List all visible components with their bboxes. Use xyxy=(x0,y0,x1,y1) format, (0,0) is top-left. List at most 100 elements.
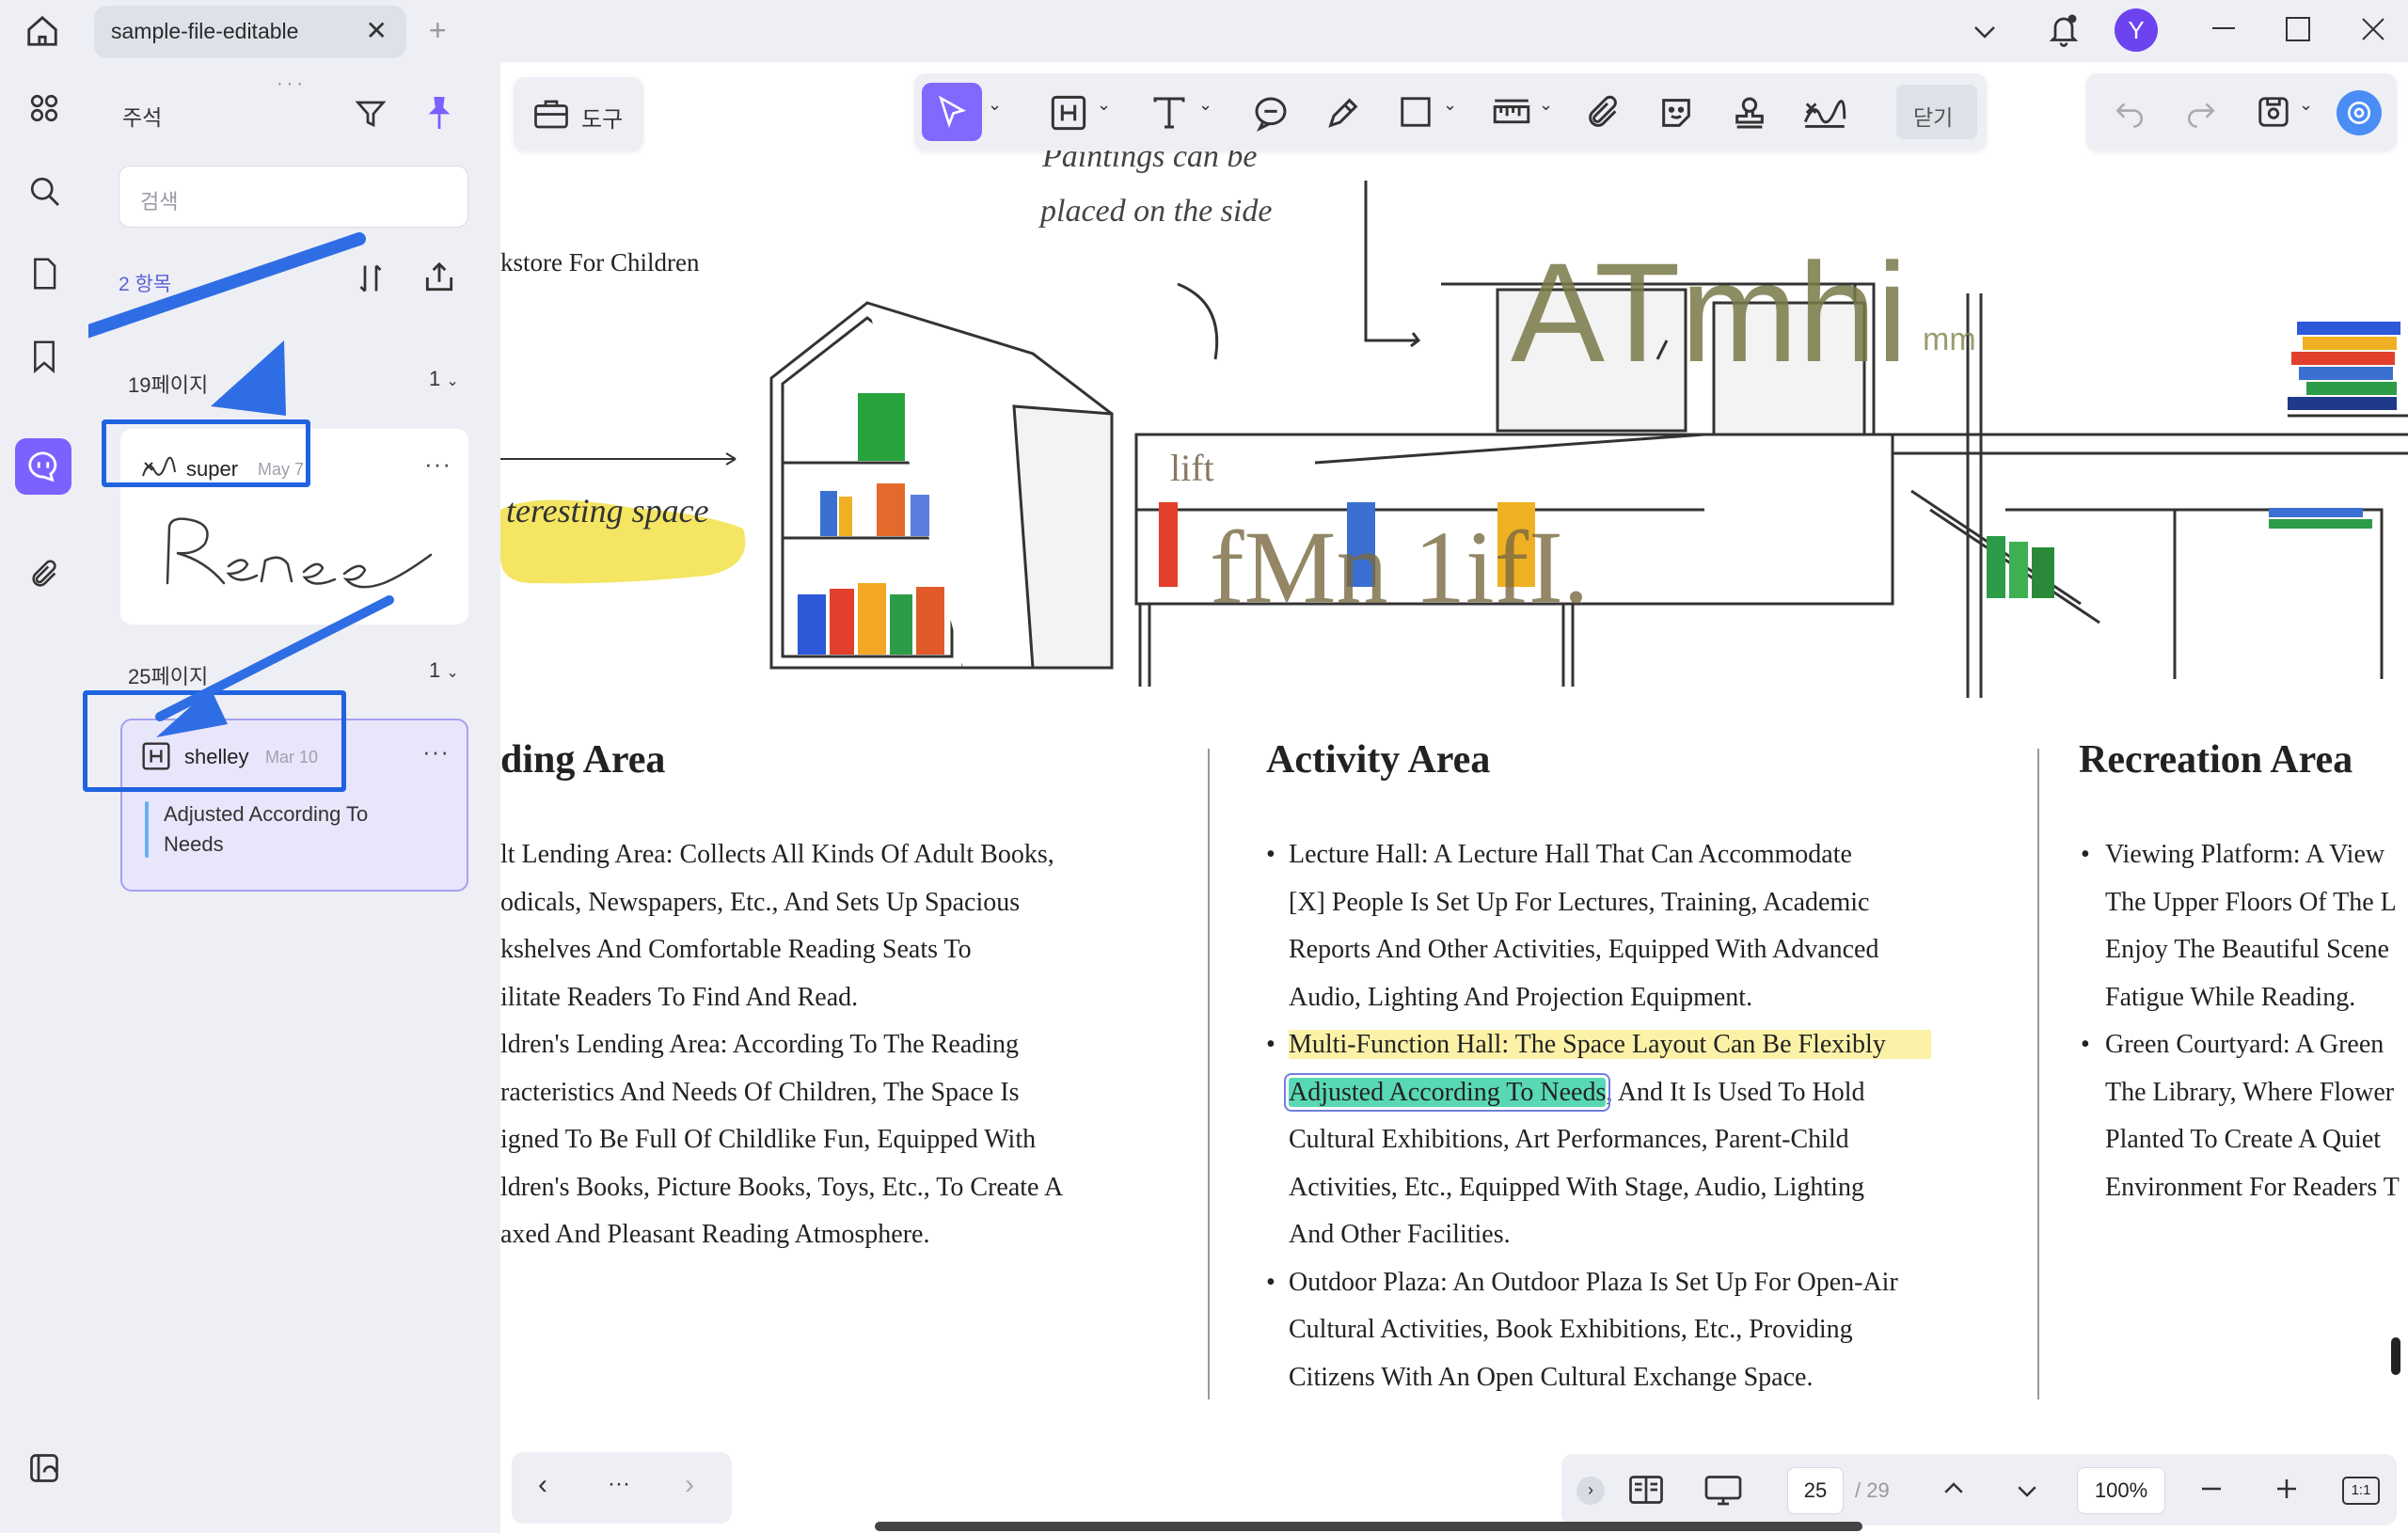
text-line: Viewing Platform: A View xyxy=(2105,840,2385,869)
column3-text: • Viewing Platform: A View The Upper Flo… xyxy=(2081,831,2400,1211)
notification-bell-icon[interactable] xyxy=(2047,11,2081,55)
text-line: ldren's Books, Picture Books, Toys, Etc.… xyxy=(500,1172,1064,1202)
close-tab-icon[interactable]: ✕ xyxy=(366,15,388,46)
selected-green-highlight[interactable]: Adjusted According To Needs xyxy=(1283,1072,1611,1112)
zoom-in-icon[interactable] xyxy=(2273,1475,2301,1508)
measure-tool-chevron-icon[interactable]: ⌄ xyxy=(1539,96,1553,113)
text-line: racteristics And Needs Of Children, The … xyxy=(500,1077,1020,1107)
yellow-highlight[interactable]: Multi-Function Hall: The Space Layout Ca… xyxy=(1289,1030,1931,1059)
text-line: odicals, Newspapers, Etc., And Sets Up S… xyxy=(500,887,1021,917)
page-down-icon[interactable] xyxy=(2013,1477,2041,1509)
text-line: axed And Pleasant Reading Atmosphere. xyxy=(500,1220,930,1249)
expand-chevron-icon[interactable]: › xyxy=(1576,1477,1605,1505)
total-pages: / 29 xyxy=(1855,1478,1890,1502)
maximize-icon[interactable] xyxy=(2284,15,2312,49)
left-rail xyxy=(0,62,88,1533)
previous-icon[interactable]: ‹ xyxy=(538,1469,547,1501)
text-line: Fatigue While Reading. xyxy=(2105,982,2356,1012)
illustration-label-interesting: teresting space xyxy=(506,492,709,529)
highlight-tool-icon[interactable] xyxy=(1050,94,1087,136)
column-divider-1 xyxy=(1208,749,1210,1399)
bullet-viewing-platform: • Viewing Platform: A View The Upper Flo… xyxy=(2081,831,2400,1021)
text-line: Environment For Readers T xyxy=(2105,1172,2400,1202)
apps-grid-icon[interactable] xyxy=(17,81,71,135)
page-nav-bar: ‹ ··· › xyxy=(512,1452,732,1524)
column1-heading: ding Area xyxy=(500,738,666,782)
save-icon[interactable] xyxy=(2256,94,2291,134)
attachment-icon[interactable] xyxy=(17,547,71,602)
comment-tool-icon[interactable] xyxy=(1251,94,1291,136)
new-tab-icon[interactable]: + xyxy=(429,15,447,45)
shape-tool-chevron-icon[interactable]: ⌄ xyxy=(1443,96,1457,113)
actual-size-button[interactable]: 1:1 xyxy=(2342,1477,2380,1505)
close-toolbar-button[interactable]: 닫기 xyxy=(1896,85,1977,139)
text-line: The Library, Where Flower xyxy=(2105,1077,2395,1107)
text-line: Reports And Other Activities, Equipped W… xyxy=(1289,935,1879,964)
bullet-dot: • xyxy=(1266,1267,1275,1297)
more-nav-options[interactable]: ··· xyxy=(608,1471,630,1497)
bookmark-icon[interactable] xyxy=(17,329,71,384)
highlight-tool-chevron-icon[interactable]: ⌄ xyxy=(1097,96,1111,113)
comments-icon[interactable] xyxy=(15,438,71,495)
text-fragment: , And It Is Used To Hold xyxy=(1606,1077,1865,1107)
undo-icon[interactable] xyxy=(2113,96,2147,133)
theme-icon[interactable] xyxy=(17,1441,71,1495)
close-window-icon[interactable] xyxy=(2359,15,2387,49)
text-tool-icon[interactable] xyxy=(1149,94,1189,136)
text-line: And Other Facilities. xyxy=(1289,1220,1511,1249)
save-chevron-icon[interactable]: ⌄ xyxy=(2299,96,2313,113)
search-icon[interactable] xyxy=(17,164,71,218)
ai-assistant-icon[interactable] xyxy=(2337,90,2382,135)
text-line: [X] People Is Set Up For Lectures, Train… xyxy=(1289,887,1870,917)
text-line: kshelves And Comfortable Reading Seats T… xyxy=(500,935,972,964)
user-avatar[interactable]: Y xyxy=(2115,8,2158,52)
next-icon[interactable]: › xyxy=(685,1469,694,1501)
select-tool-button[interactable] xyxy=(922,83,982,141)
zoom-out-icon[interactable] xyxy=(2197,1475,2226,1508)
pages-icon[interactable] xyxy=(17,246,71,301)
tools-label: 도구 xyxy=(581,107,624,133)
presentation-icon[interactable] xyxy=(1703,1473,1744,1511)
bullet-dot: • xyxy=(2081,840,2090,869)
tab-title: sample-file-editable xyxy=(111,19,299,43)
bullet-multi-function-hall: • Multi-Function Hall: The Space Layout … xyxy=(1266,1021,1931,1259)
text-line: Cultural Activities, Book Exhibitions, E… xyxy=(1289,1315,1853,1344)
chevron-down-icon[interactable] xyxy=(1972,19,1998,47)
stamp-tool-icon[interactable] xyxy=(1731,94,1768,136)
attach-tool-icon[interactable] xyxy=(1584,94,1622,136)
text-line: igned To Be Full Of Childlike Fun, Equip… xyxy=(500,1125,1037,1154)
column2-text: • Lecture Hall: A Lecture Hall That Can … xyxy=(1266,831,1931,1401)
redo-icon[interactable] xyxy=(2184,96,2218,133)
illustration-label-bookstore: kstore For Children xyxy=(500,248,700,277)
vertical-scrollbar-thumb[interactable] xyxy=(2391,1337,2400,1375)
callout-arrows xyxy=(88,232,394,737)
bullet-dot: • xyxy=(1266,840,1275,869)
actual-size-label: 1:1 xyxy=(2351,1482,2371,1498)
page-number-input[interactable]: 25 xyxy=(1787,1467,1844,1514)
page-up-icon[interactable] xyxy=(1940,1475,1968,1508)
tools-button[interactable]: 도구 xyxy=(514,77,643,150)
text-tool-chevron-icon[interactable]: ⌄ xyxy=(1198,96,1212,113)
minimize-icon[interactable] xyxy=(2209,13,2239,49)
illustration-label-paintings-2: placed on the side xyxy=(1040,194,1273,229)
zoom-level[interactable]: 100% xyxy=(2077,1467,2165,1514)
page-layout-icon[interactable] xyxy=(1627,1473,1665,1511)
bullet-dot: • xyxy=(2081,1030,2090,1059)
pencil-tool-icon[interactable] xyxy=(1324,94,1362,136)
text-line: ilitate Readers To Find And Read. xyxy=(500,982,859,1012)
home-icon[interactable] xyxy=(24,13,60,55)
text-line: Enjoy The Beautiful Scene xyxy=(2105,935,2389,964)
bullet-lecture-hall: • Lecture Hall: A Lecture Hall That Can … xyxy=(1266,831,1931,1021)
measure-tool-icon[interactable] xyxy=(1492,94,1531,136)
horizontal-scrollbar-thumb[interactable] xyxy=(875,1522,1862,1531)
text-line: Audio, Lighting And Projection Equipment… xyxy=(1289,982,1753,1012)
sticker-tool-icon[interactable] xyxy=(1657,94,1695,136)
document-tab[interactable]: sample-file-editable ✕ xyxy=(94,6,406,58)
signature-tool-icon[interactable] xyxy=(1802,94,1847,136)
annotation-panel: ··· 주석 검색 2 항목 19페이지 1 ⌄ super May 7 ··· xyxy=(83,62,500,1533)
overlay-text-large: ATmhi xyxy=(1511,233,1909,391)
column2-heading: Activity Area xyxy=(1266,738,1491,782)
shape-tool-icon[interactable] xyxy=(1398,94,1434,134)
select-tool-chevron-icon[interactable]: ⌄ xyxy=(988,96,1002,113)
bullet-outdoor-plaza: • Outdoor Plaza: An Outdoor Plaza Is Set… xyxy=(1266,1259,1931,1402)
